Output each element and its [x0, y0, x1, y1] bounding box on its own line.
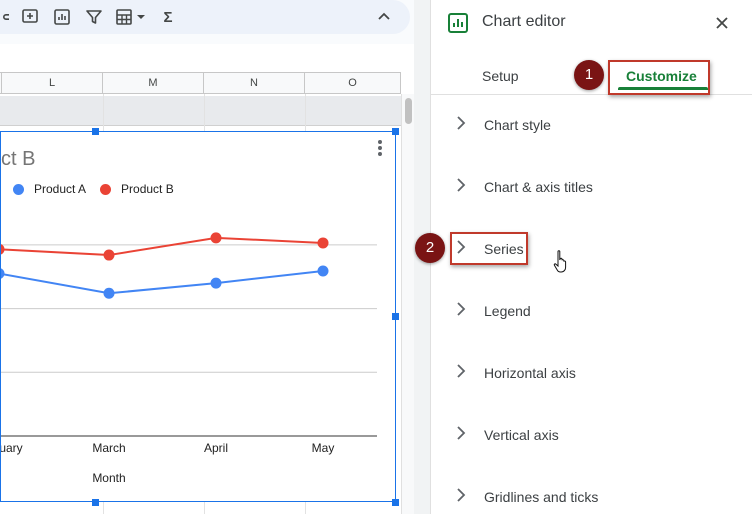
section-label: Chart & axis titles [484, 179, 593, 195]
resize-handle[interactable] [392, 499, 399, 506]
series-highlight-box [450, 232, 528, 265]
x-tick-label: May [312, 441, 335, 455]
embedded-chart[interactable]: ct B Product A Product B ruaryMarchApril… [0, 131, 396, 502]
x-tick-label: April [204, 441, 228, 455]
chevron-right-icon [457, 488, 466, 502]
section-gridlines-ticks[interactable]: Gridlines and ticks [431, 466, 752, 514]
data-point [317, 237, 329, 249]
resize-handle[interactable] [92, 499, 99, 506]
column-header-o[interactable]: O [305, 73, 401, 94]
column-header-row: L M N O [0, 72, 401, 94]
chevron-right-icon [457, 302, 466, 316]
line-chart-plot: ruary March April May Month [1, 232, 377, 485]
series-line-product-a [1, 269, 324, 295]
customize-highlight-box [608, 60, 710, 95]
spreadsheet-area: Σ L M N O ct B Product A Product B uary … [0, 0, 414, 514]
column-header-m[interactable]: M [103, 73, 204, 94]
data-point [103, 287, 115, 299]
chart-editor-header: Chart editor [431, 0, 752, 46]
column-header-l[interactable]: L [2, 73, 103, 94]
scrollbar-thumb[interactable] [405, 98, 412, 124]
close-icon[interactable] [713, 14, 731, 32]
data-point [317, 265, 329, 277]
x-axis-title: Month [92, 471, 125, 485]
data-point [1, 244, 5, 255]
toolbar: Σ [0, 0, 410, 34]
link-icon[interactable] [0, 7, 20, 27]
section-label: Horizontal axis [484, 365, 576, 381]
section-label: Legend [484, 303, 531, 319]
tab-setup[interactable]: Setup [482, 68, 519, 84]
chevron-right-icon [457, 178, 466, 192]
chart-editor-panel: Chart editor Setup Customize 1 Chart sty… [415, 0, 752, 514]
insert-chart-icon[interactable] [52, 7, 72, 27]
section-label: Chart style [484, 117, 551, 133]
data-point [210, 232, 222, 244]
selected-row-band [0, 96, 401, 126]
section-horizontal-axis[interactable]: Horizontal axis [431, 342, 752, 404]
filter-icon[interactable] [84, 7, 104, 27]
chart-editor-logo-icon [448, 13, 468, 33]
hand-pointer-cursor-icon [553, 250, 567, 273]
section-vertical-axis[interactable]: Vertical axis [431, 404, 752, 466]
filter-views-icon[interactable] [114, 7, 134, 27]
x-tick-label: ruary [1, 441, 23, 455]
resize-handle[interactable] [392, 128, 399, 135]
data-point [210, 277, 222, 289]
series-line-product-b [1, 236, 324, 257]
functions-icon[interactable]: Σ [158, 7, 178, 27]
data-point [103, 249, 115, 261]
resize-handle[interactable] [92, 128, 99, 135]
section-label: Vertical axis [484, 427, 559, 443]
chevron-right-icon [457, 116, 466, 130]
resize-handle[interactable] [392, 313, 399, 320]
dropdown-arrow-icon[interactable] [135, 7, 147, 27]
section-chart-axis-titles[interactable]: Chart & axis titles [431, 156, 752, 218]
section-legend[interactable]: Legend [431, 280, 752, 342]
vertical-scrollbar[interactable] [401, 94, 414, 514]
x-tick-label: March [92, 441, 125, 455]
step-badge-2: 2 [415, 233, 445, 263]
column-header-n[interactable]: N [204, 73, 305, 94]
data-point [1, 268, 5, 279]
section-chart-style[interactable]: Chart style [431, 94, 752, 156]
insert-comment-icon[interactable] [20, 7, 40, 27]
chevron-right-icon [457, 426, 466, 440]
chart-editor-title: Chart editor [482, 13, 566, 30]
chevron-right-icon [457, 364, 466, 378]
step-badge-1: 1 [574, 60, 604, 90]
collapse-toolbar-icon[interactable] [374, 7, 394, 27]
section-label: Gridlines and ticks [484, 489, 599, 505]
